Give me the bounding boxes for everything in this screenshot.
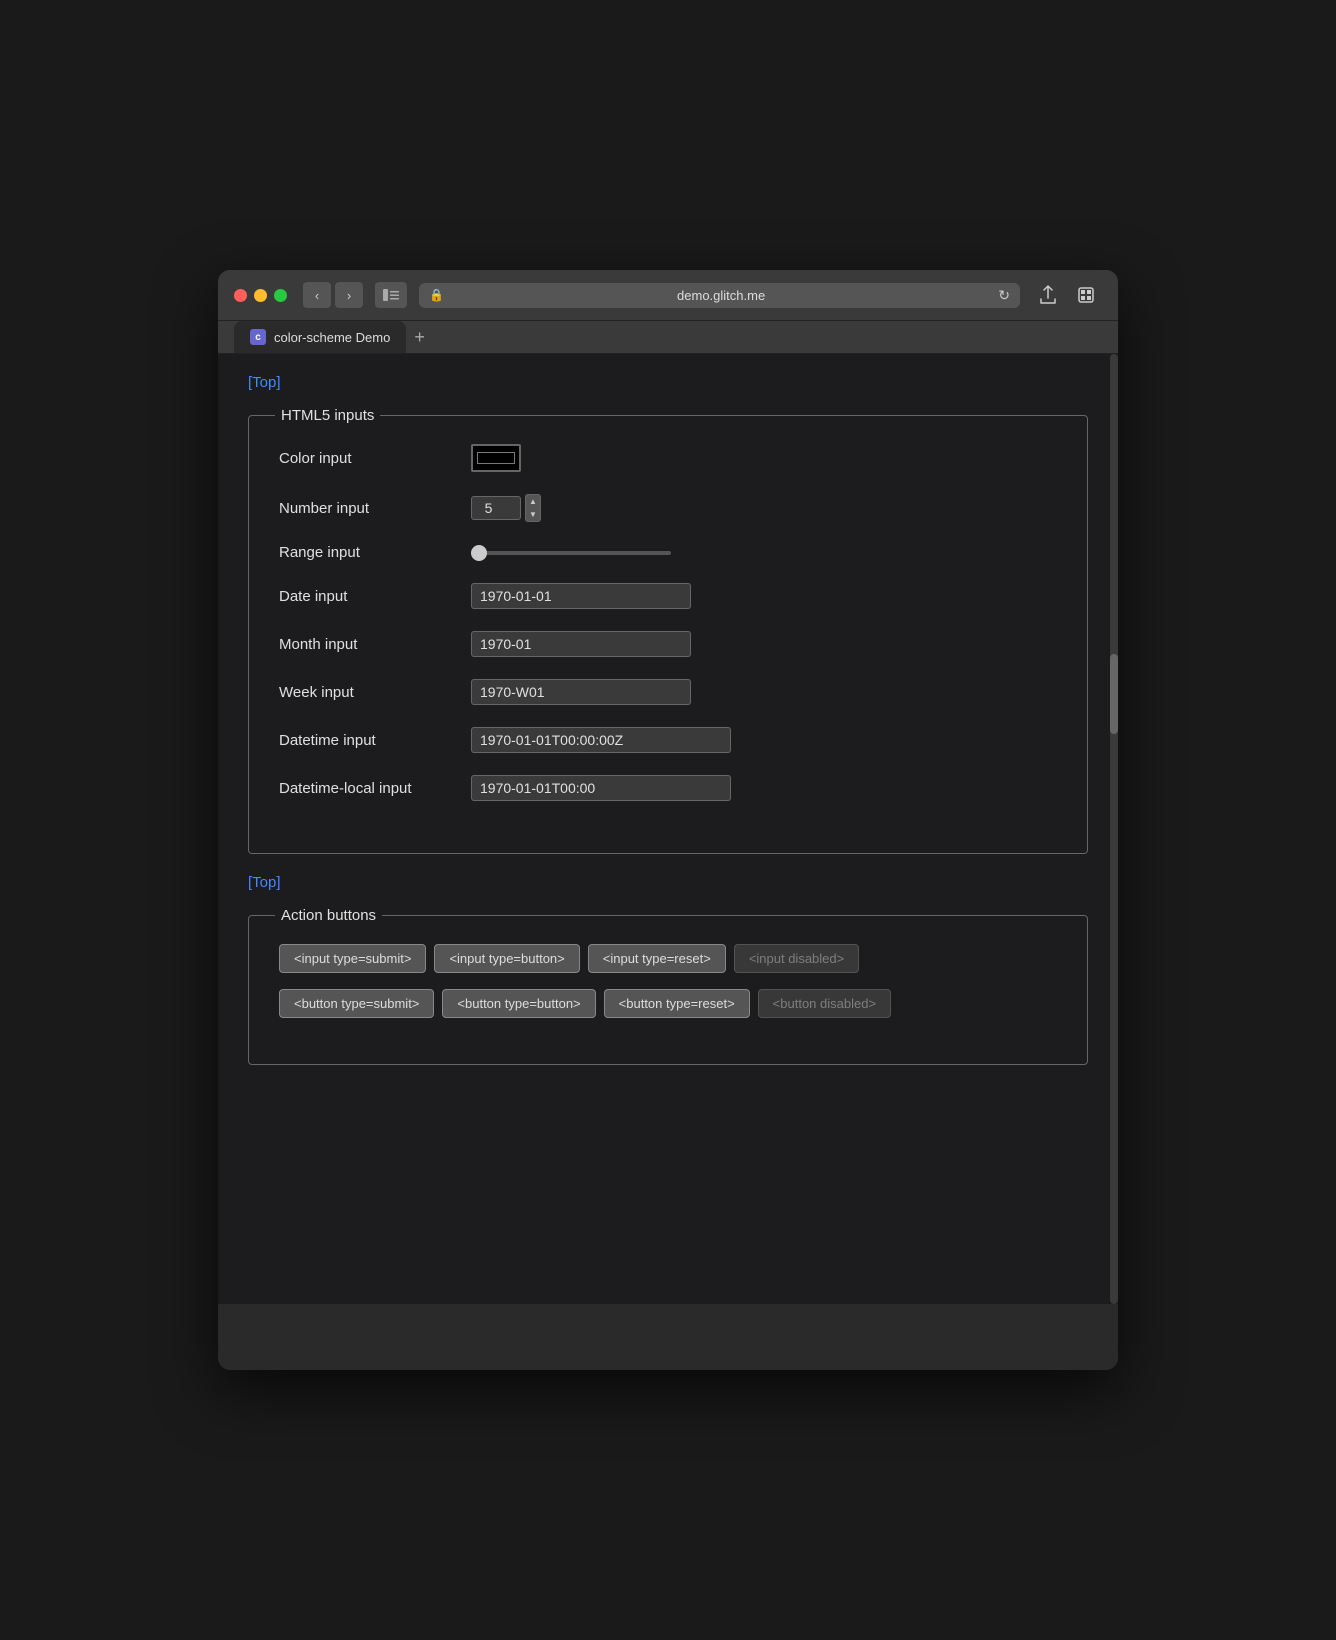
address-input[interactable] xyxy=(450,288,992,303)
input-button-button[interactable] xyxy=(434,944,579,973)
month-label: Month input xyxy=(279,636,459,653)
action-buttons-section: Action buttons <button type=submit> <but… xyxy=(248,907,1088,1065)
button-reset-button[interactable]: <button type=reset> xyxy=(604,989,750,1018)
forward-button[interactable]: › xyxy=(335,282,363,308)
input-disabled-button xyxy=(734,944,859,973)
html5-inputs-section: HTML5 inputs Color input Number input ▲ … xyxy=(248,407,1088,854)
color-input[interactable] xyxy=(471,444,521,472)
datetime-local-input-row: Datetime-local input xyxy=(279,775,1057,801)
page-wrapper: [Top] HTML5 inputs Color input Number in… xyxy=(218,354,1118,1304)
title-bar: ‹ › 🔒 ↻ xyxy=(218,270,1118,321)
number-input[interactable] xyxy=(471,496,521,520)
week-label: Week input xyxy=(279,684,459,701)
button-submit-button[interactable]: <button type=submit> xyxy=(279,989,434,1018)
action-buttons-legend: Action buttons xyxy=(275,907,382,924)
address-bar-container[interactable]: 🔒 ↻ xyxy=(419,283,1020,308)
tab-favicon: c xyxy=(250,329,266,345)
back-button[interactable]: ‹ xyxy=(303,282,331,308)
lock-icon: 🔒 xyxy=(429,288,444,302)
new-tab-button[interactable]: + xyxy=(414,327,425,348)
number-spinner[interactable]: ▲ ▼ xyxy=(525,494,541,522)
datetime-local-input[interactable] xyxy=(471,775,731,801)
number-input-wrapper: ▲ ▼ xyxy=(471,494,541,522)
datetime-input-row: Datetime input xyxy=(279,727,1057,753)
button-disabled-button: <button disabled> xyxy=(758,989,891,1018)
input-reset-button[interactable] xyxy=(588,944,726,973)
color-label: Color input xyxy=(279,450,459,467)
minimize-button[interactable] xyxy=(254,289,267,302)
close-button[interactable] xyxy=(234,289,247,302)
range-input-row: Range input xyxy=(279,544,1057,561)
traffic-lights xyxy=(234,289,287,302)
range-input[interactable] xyxy=(471,551,671,555)
date-input[interactable] xyxy=(471,583,691,609)
sidebar-button[interactable] xyxy=(375,282,407,308)
html5-inputs-legend: HTML5 inputs xyxy=(275,407,380,424)
fullscreen-button[interactable] xyxy=(274,289,287,302)
tab-title: color-scheme Demo xyxy=(274,330,390,345)
toolbar-buttons xyxy=(1032,282,1102,308)
scrollbar-thumb[interactable] xyxy=(1110,654,1118,734)
month-input[interactable] xyxy=(471,631,691,657)
datetime-input[interactable] xyxy=(471,727,731,753)
datetime-label: Datetime input xyxy=(279,732,459,749)
datetime-local-label: Datetime-local input xyxy=(279,780,459,797)
date-input-row: Date input xyxy=(279,583,1057,609)
top-link-1[interactable]: [Top] xyxy=(248,374,281,391)
browser-tab[interactable]: c color-scheme Demo xyxy=(234,321,406,353)
tab-bar: c color-scheme Demo + xyxy=(218,321,1118,354)
input-submit-button[interactable] xyxy=(279,944,426,973)
scrollbar[interactable] xyxy=(1110,354,1118,1304)
number-input-row: Number input ▲ ▼ xyxy=(279,494,1057,522)
date-label: Date input xyxy=(279,588,459,605)
range-label: Range input xyxy=(279,544,459,561)
reload-button[interactable]: ↻ xyxy=(998,287,1010,304)
nav-buttons: ‹ › xyxy=(303,282,363,308)
top-link-2[interactable]: [Top] xyxy=(248,874,281,891)
week-input[interactable] xyxy=(471,679,691,705)
spinner-down-button[interactable]: ▼ xyxy=(526,508,540,521)
button-elements-group: <button type=submit> <button type=button… xyxy=(279,989,1057,1018)
page-content: [Top] HTML5 inputs Color input Number in… xyxy=(218,354,1118,1304)
color-input-row: Color input xyxy=(279,444,1057,472)
button-button-button[interactable]: <button type=button> xyxy=(442,989,595,1018)
tab-overview-button[interactable] xyxy=(1070,282,1102,308)
week-input-row: Week input xyxy=(279,679,1057,705)
month-input-row: Month input xyxy=(279,631,1057,657)
share-button[interactable] xyxy=(1032,282,1064,308)
spinner-up-button[interactable]: ▲ xyxy=(526,495,540,508)
number-label: Number input xyxy=(279,500,459,517)
input-buttons-group xyxy=(279,944,1057,973)
